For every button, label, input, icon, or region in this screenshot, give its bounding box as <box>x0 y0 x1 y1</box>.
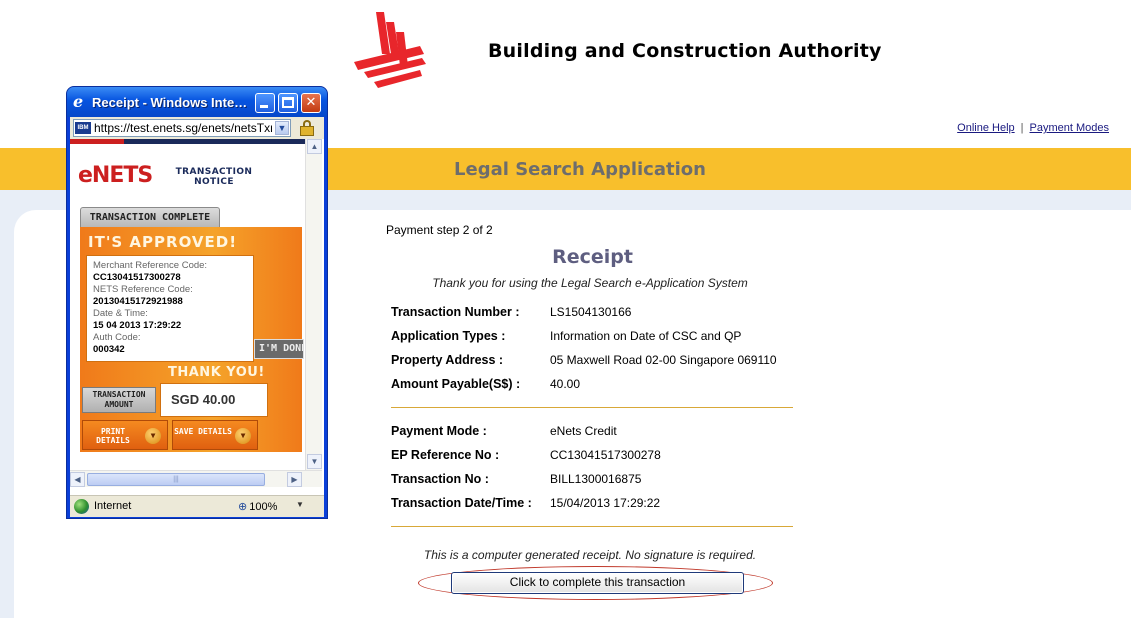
detail-value: LS1504130166 <box>550 305 632 319</box>
payment-value: 15/04/2013 17:29:22 <box>550 496 661 510</box>
payment-label: Transaction No : <box>391 472 489 486</box>
top-links: Online Help | Payment Modes <box>957 122 1109 134</box>
horizontal-scrollbar[interactable]: ◀ ||| ▶ <box>70 470 322 487</box>
detail-label: Transaction Number : <box>391 305 520 319</box>
receipt-popup-window: e Receipt - Windows Internet Explorer ✕ … <box>66 86 328 519</box>
payment-value: CC13041517300278 <box>550 448 661 462</box>
info-label: NETS Reference Code: <box>93 284 193 295</box>
link-separator: | <box>1020 122 1024 134</box>
maximize-icon <box>282 97 294 108</box>
arrow-down-icon: ▼ <box>145 428 161 444</box>
transaction-complete-tab: TRANSACTION COMPLETE <box>80 207 220 227</box>
receipt-title: Receipt <box>552 246 633 268</box>
security-zone: Internet <box>94 500 132 512</box>
scroll-right-icon[interactable]: ▶ <box>287 472 302 487</box>
bca-logo-icon <box>354 12 426 88</box>
info-label: Auth Code: <box>93 332 141 343</box>
scroll-up-icon[interactable]: ▲ <box>307 139 322 154</box>
info-value: 000342 <box>93 344 125 355</box>
address-dropdown-icon[interactable]: ▼ <box>275 121 289 135</box>
done-button[interactable]: I'M DONE <box>254 339 304 359</box>
ie-icon: e <box>73 92 84 111</box>
print-details-label: PRINT DETAILS <box>96 427 130 445</box>
scroll-left-icon[interactable]: ◀ <box>70 472 85 487</box>
detail-label: Property Address : <box>391 353 504 367</box>
detail-value: Information on Date of CSC and QP <box>550 329 742 343</box>
complete-transaction-button[interactable]: Click to complete this transaction <box>451 572 744 594</box>
info-value: 15 04 2013 17:29:22 <box>93 320 182 331</box>
minimize-button[interactable] <box>255 93 275 113</box>
online-help-link[interactable]: Online Help <box>957 122 1014 134</box>
save-details-button[interactable]: SAVE DETAILS ▼ <box>172 420 258 450</box>
info-value: 20130415172921988 <box>93 296 183 307</box>
thanks-message: Thank you for using the Legal Search e-A… <box>432 276 748 290</box>
scroll-down-icon[interactable]: ▼ <box>307 454 322 469</box>
print-details-button[interactable]: PRINT DETAILS ▼ <box>82 420 168 450</box>
detail-label: Application Types : <box>391 329 506 343</box>
detail-value: 05 Maxwell Road 02-00 Singapore 069110 <box>550 353 777 367</box>
browser-page: Building and Construction Authority Onli… <box>0 0 1131 618</box>
close-icon: ✕ <box>305 95 317 110</box>
transaction-info-card: Merchant Reference Code: CC1304151730027… <box>86 255 254 362</box>
payment-label: EP Reference No : <box>391 448 500 462</box>
detail-label: Amount Payable(S$) : <box>391 377 521 391</box>
lock-icon[interactable] <box>296 119 318 137</box>
minimize-icon <box>260 105 268 108</box>
address-bar: IBM https://test.enets.sg/enets/netsTxn … <box>70 117 324 139</box>
maximize-button[interactable] <box>278 93 298 113</box>
status-bar: Internet ⊕ 100% ▼ <box>70 495 324 517</box>
payment-value: BILL1300016875 <box>550 472 642 486</box>
org-title: Building and Construction Authority <box>488 40 882 62</box>
zoom-level: 100% <box>249 501 278 513</box>
arrow-down-icon: ▼ <box>235 428 251 444</box>
payment-label: Payment Mode : <box>391 424 487 438</box>
disclaimer: This is a computer generated receipt. No… <box>423 548 757 562</box>
transaction-amount-value: SGD 40.00 <box>160 383 268 417</box>
logo-e: e <box>78 163 93 188</box>
thank-you-text: THANK YOU! <box>168 365 265 380</box>
payment-modes-link[interactable]: Payment Modes <box>1030 122 1109 134</box>
payment-label: Transaction Date/Time : <box>391 496 532 510</box>
vertical-scrollbar[interactable]: ▲ ▼ <box>305 139 322 470</box>
payment-step: Payment step 2 of 2 <box>386 223 493 237</box>
popup-title: Receipt - Windows Internet Explorer <box>92 95 250 110</box>
address-text: https://test.enets.sg/enets/netsTxn <box>94 121 272 135</box>
enets-logo: eNETS <box>78 163 153 188</box>
divider <box>391 407 793 408</box>
divider <box>391 526 793 527</box>
payment-value: eNets Credit <box>550 424 617 438</box>
horizontal-scroll-thumb[interactable]: ||| <box>87 473 265 486</box>
transaction-notice: TRANSACTION NOTICE <box>175 167 253 187</box>
zoom-control[interactable]: ⊕ 100% <box>238 500 277 513</box>
approved-heading: IT'S APPROVED! <box>88 233 238 251</box>
top-stripe-accent <box>70 139 124 144</box>
info-label: Date & Time: <box>93 308 148 319</box>
logo-nets: NETS <box>91 163 153 188</box>
zoom-icon: ⊕ <box>238 501 248 513</box>
popup-viewport: eNETS TRANSACTION NOTICE TRANSACTION COM… <box>70 139 324 495</box>
info-value: CC13041517300278 <box>93 272 181 283</box>
close-button[interactable]: ✕ <box>301 93 321 113</box>
save-details-label: SAVE DETAILS <box>174 427 232 436</box>
info-label: Merchant Reference Code: <box>93 260 208 271</box>
popup-titlebar[interactable]: e Receipt - Windows Internet Explorer ✕ <box>67 87 327 117</box>
zoom-dropdown-icon[interactable]: ▼ <box>296 500 304 509</box>
detail-value: 40.00 <box>550 377 581 391</box>
address-input[interactable]: IBM https://test.enets.sg/enets/netsTxn … <box>73 119 291 137</box>
site-favicon-icon: IBM <box>75 122 91 134</box>
globe-icon <box>74 499 89 514</box>
transaction-amount-label: TRANSACTION AMOUNT <box>82 387 156 413</box>
lock-body <box>300 126 314 136</box>
